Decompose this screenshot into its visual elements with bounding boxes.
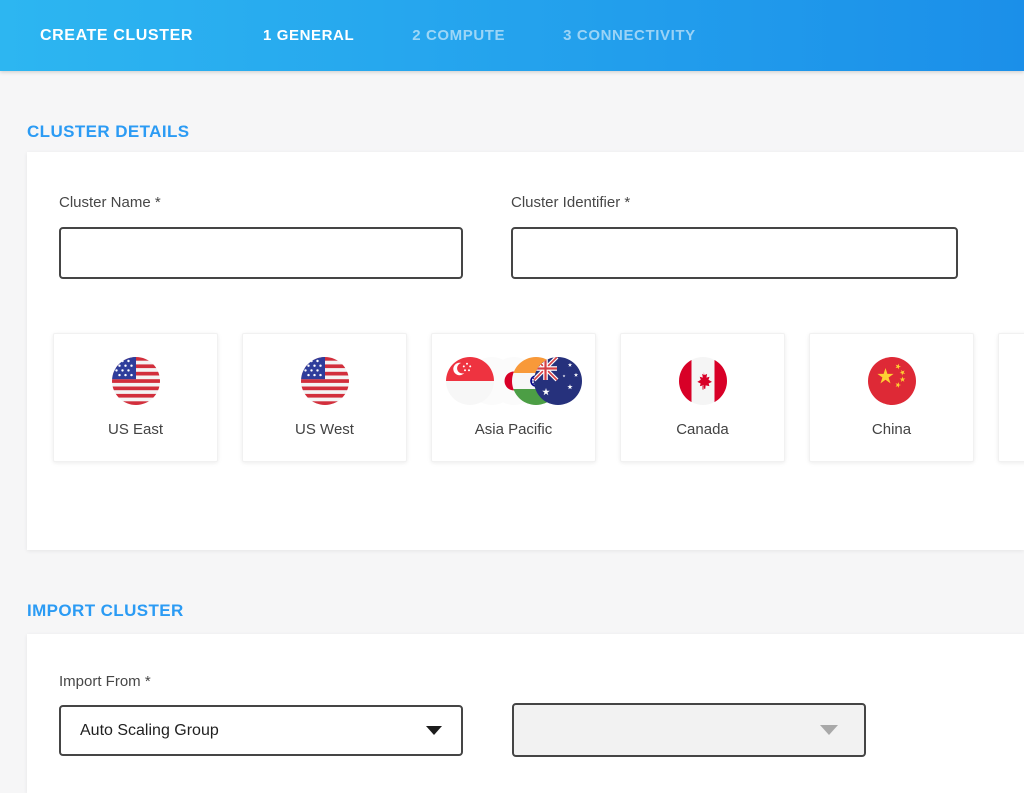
singapore-flag-icon <box>446 357 494 405</box>
tab-general[interactable]: 1 GENERAL <box>263 27 354 44</box>
region-card-partial[interactable] <box>998 333 1024 462</box>
region-list: US East <box>53 333 1024 462</box>
chevron-down-icon <box>426 726 442 735</box>
cluster-details-card: Cluster Name * Cluster Identifier * <box>27 152 1024 550</box>
china-flag-icon <box>868 357 916 405</box>
australia-flag-icon <box>534 357 582 405</box>
region-label: Asia Pacific <box>475 421 553 438</box>
chevron-down-icon <box>820 725 838 735</box>
region-label: US East <box>108 421 163 438</box>
cluster-name-input[interactable] <box>59 227 463 279</box>
cluster-details-heading: CLUSTER DETAILS <box>27 122 189 142</box>
cluster-identifier-input[interactable] <box>511 227 958 279</box>
region-card-us-east[interactable]: US East <box>53 333 218 462</box>
import-from-select[interactable]: Auto Scaling Group <box>59 705 463 756</box>
import-source-select[interactable] <box>512 703 866 757</box>
region-label: China <box>872 421 911 438</box>
region-card-china[interactable]: China <box>809 333 974 462</box>
us-flag-icon <box>301 357 349 405</box>
region-label: US West <box>295 421 354 438</box>
us-flag-icon <box>112 357 160 405</box>
cluster-identifier-label: Cluster Identifier * <box>511 194 630 211</box>
region-card-us-west[interactable]: US West <box>242 333 407 462</box>
canada-flag-icon <box>679 357 727 405</box>
wizard-steps: 1 GENERAL 2 COMPUTE 3 CONNECTIVITY <box>263 27 696 44</box>
import-cluster-card: Import From * Auto Scaling Group <box>27 634 1024 793</box>
cluster-name-label: Cluster Name * <box>59 194 161 211</box>
page-title: CREATE CLUSTER <box>40 27 193 45</box>
import-cluster-heading: IMPORT CLUSTER <box>27 601 184 621</box>
app-bar: CREATE CLUSTER 1 GENERAL 2 COMPUTE 3 CON… <box>0 0 1024 71</box>
tab-compute[interactable]: 2 COMPUTE <box>412 27 505 44</box>
asia-pacific-flags-icon <box>446 357 582 405</box>
region-label: Canada <box>676 421 729 438</box>
import-from-label: Import From * <box>59 673 151 690</box>
region-card-canada[interactable]: Canada <box>620 333 785 462</box>
region-card-asia-pacific[interactable]: Asia Pacific <box>431 333 596 462</box>
import-from-selected-value: Auto Scaling Group <box>80 722 219 740</box>
create-cluster-screen: CREATE CLUSTER 1 GENERAL 2 COMPUTE 3 CON… <box>0 0 1024 793</box>
tab-connectivity[interactable]: 3 CONNECTIVITY <box>563 27 696 44</box>
